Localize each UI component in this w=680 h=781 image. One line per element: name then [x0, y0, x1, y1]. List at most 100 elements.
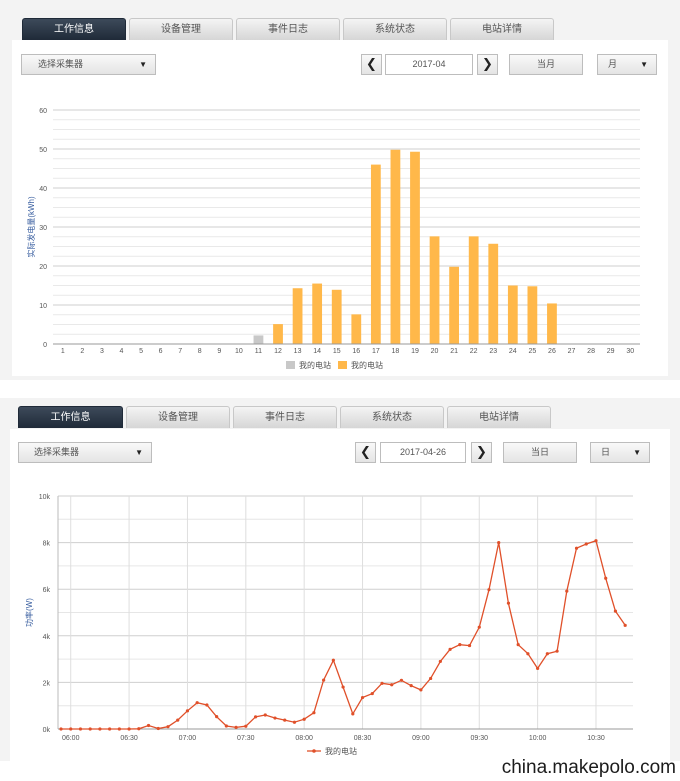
data-point [263, 713, 267, 717]
data-point [380, 681, 384, 685]
y-tick-label: 10 [39, 303, 47, 310]
x-tick-label: 20 [431, 348, 439, 355]
data-point [253, 715, 258, 719]
x-tick-label: 6 [159, 348, 163, 355]
data-point [78, 727, 83, 731]
x-tick-label: 7 [178, 348, 182, 355]
x-tick-label: 15 [333, 348, 341, 355]
x-tick-label: 25 [528, 348, 536, 355]
x-tick-label: 12 [274, 348, 282, 355]
data-point [506, 601, 511, 605]
y-tick-label: 60 [39, 108, 47, 115]
data-point [292, 720, 297, 724]
data-point [185, 709, 190, 713]
legend-swatch [286, 361, 295, 369]
x-tick-label: 10:00 [529, 735, 547, 742]
data-point [127, 727, 131, 731]
data-point [244, 724, 248, 728]
data-point [477, 625, 481, 629]
y-tick-label: 40 [39, 186, 47, 193]
data-point [273, 716, 277, 720]
bar-orange [468, 236, 479, 344]
data-point [69, 727, 73, 731]
y-tick-label: 50 [39, 147, 47, 154]
data-point [497, 541, 501, 545]
data-point [137, 727, 141, 731]
x-tick-label: 19 [411, 348, 419, 355]
x-tick-label: 9 [217, 348, 221, 355]
bar-orange [429, 236, 440, 344]
x-tick-label: 14 [313, 348, 321, 355]
data-point [98, 727, 102, 731]
legend-label: 我的电站 [351, 360, 383, 370]
y-tick-label: 6k [43, 587, 51, 594]
bar-orange [410, 151, 420, 344]
x-tick-label: 8 [198, 348, 202, 355]
x-tick-label: 26 [548, 348, 556, 355]
data-point [341, 685, 345, 689]
x-tick-label: 30 [626, 348, 634, 355]
bar-orange [273, 324, 283, 344]
x-tick-label: 3 [100, 348, 104, 355]
bar-orange [488, 243, 499, 344]
data-point [195, 701, 199, 705]
data-point [205, 703, 209, 707]
data-point [419, 688, 423, 692]
bar-orange [449, 266, 460, 344]
y-tick-label: 20 [39, 264, 47, 271]
x-tick-label: 10 [235, 348, 243, 355]
data-point [215, 715, 219, 719]
legend-label: 我的电站 [325, 746, 357, 756]
legend-label: 我的电站 [299, 360, 331, 370]
bar-orange [312, 283, 323, 344]
data-point [555, 649, 559, 653]
y-tick-label: 0 [43, 342, 47, 349]
x-tick-label: 24 [509, 348, 517, 355]
data-point [176, 718, 180, 722]
bar-orange [390, 149, 401, 344]
y-axis-label: 功率(W) [24, 598, 34, 627]
x-tick-label: 29 [607, 348, 615, 355]
x-tick-label: 07:00 [179, 735, 197, 742]
x-tick-label: 09:30 [470, 735, 488, 742]
data-point [429, 676, 433, 681]
x-tick-label: 06:30 [120, 735, 138, 742]
data-point [623, 623, 627, 627]
x-tick-label: 06:00 [62, 735, 80, 742]
x-tick-label: 18 [392, 348, 400, 355]
data-point [545, 652, 549, 656]
data-point [312, 711, 316, 715]
x-tick-label: 27 [568, 348, 576, 355]
x-tick-label: 08:30 [354, 735, 372, 742]
y-tick-label: 4k [43, 634, 51, 641]
data-point [88, 727, 92, 731]
data-point [604, 576, 608, 580]
data-point [574, 546, 579, 550]
legend-marker [312, 749, 316, 753]
data-point [331, 658, 335, 662]
bar-orange [507, 285, 518, 344]
x-tick-label: 4 [120, 348, 124, 355]
x-tick-label: 1 [61, 348, 65, 355]
data-point [458, 643, 462, 647]
monthly-panel: 工作信息 设备管理 事件日志 系统状态 电站详情 选择采集器 ▼ ❮ 2017-… [0, 0, 680, 380]
data-point [594, 539, 598, 543]
y-axis-label: 实际发电量(kWh) [26, 196, 36, 258]
data-point [146, 723, 151, 728]
data-point [487, 588, 491, 592]
bar-orange [331, 289, 342, 344]
data-point [224, 724, 228, 728]
data-point [360, 695, 365, 700]
x-tick-label: 28 [587, 348, 595, 355]
data-point [467, 643, 472, 648]
daily-power-line-chart: 0k 2k 4k 6k 8k 10k 06:00 06:30 07:00 07:30 08:00 08… [24, 494, 633, 756]
data-point [351, 712, 355, 716]
data-point [283, 718, 287, 722]
x-tick-label: 5 [139, 348, 143, 355]
monthly-energy-bar-chart: 0102030405060实际发电量(kWh)1 2 3 4 5 6 7 8 9 10 11 12 13… [26, 108, 640, 370]
bar-gray [253, 335, 264, 344]
x-tick-label: 2 [80, 348, 84, 355]
y-tick-label: 0k [43, 727, 51, 734]
bar-orange [351, 314, 362, 344]
data-point [526, 652, 530, 656]
